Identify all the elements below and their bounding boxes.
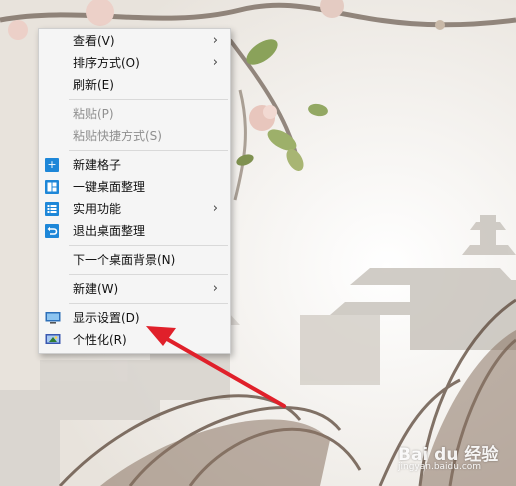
menu-item-paste: 粘贴(P) (39, 103, 230, 125)
menu-item-exit-organize[interactable]: 退出桌面整理 (39, 220, 230, 242)
menu-item-paste-shortcut-label: 粘贴快捷方式(S) (73, 129, 162, 143)
watermark-url: jingyan.baidu.com (398, 462, 482, 472)
menu-item-one-click-organize-label: 一键桌面整理 (73, 180, 146, 194)
undo-icon (45, 224, 59, 238)
menu-item-personalize[interactable]: 个性化(R) (39, 329, 230, 351)
menu-separator (69, 150, 228, 151)
menu-item-personalize-label: 个性化(R) (73, 333, 127, 347)
chevron-right-icon: › (212, 201, 218, 216)
list-icon (45, 202, 59, 216)
menu-separator (69, 303, 228, 304)
monitor-icon (45, 311, 61, 325)
chevron-right-icon: › (212, 55, 218, 70)
menu-item-utilities-label: 实用功能 (73, 202, 122, 216)
menu-item-next-background-label: 下一个桌面背景(N) (73, 253, 176, 267)
menu-item-refresh[interactable]: 刷新(E) (39, 74, 230, 96)
menu-item-paste-label: 粘贴(P) (73, 107, 114, 121)
menu-item-sort-by-label: 排序方式(O) (73, 56, 140, 70)
menu-item-new-grid-label: 新建格子 (73, 158, 122, 172)
layout-icon (45, 180, 59, 194)
menu-item-exit-organize-label: 退出桌面整理 (73, 224, 146, 238)
menu-item-paste-shortcut: 粘贴快捷方式(S) (39, 125, 230, 147)
chevron-right-icon: › (212, 33, 218, 48)
menu-separator (69, 99, 228, 100)
menu-item-new-label: 新建(W) (73, 282, 119, 296)
menu-item-one-click-organize[interactable]: 一键桌面整理 (39, 176, 230, 198)
desktop-context-menu: 查看(V) › 排序方式(O) › 刷新(E) 粘贴(P) 粘贴快捷方式(S) … (38, 28, 231, 354)
menu-item-display-settings-label: 显示设置(D) (73, 311, 140, 325)
menu-item-refresh-label: 刷新(E) (73, 78, 114, 92)
menu-item-display-settings[interactable]: 显示设置(D) (39, 307, 230, 329)
baidu-watermark: Bai du 经验 jingyan.baidu.com (398, 438, 510, 482)
chevron-right-icon: › (212, 281, 218, 296)
menu-separator (69, 245, 228, 246)
menu-item-next-background[interactable]: 下一个桌面背景(N) (39, 249, 230, 271)
menu-item-new-grid[interactable]: + 新建格子 (39, 154, 230, 176)
plus-icon: + (45, 158, 59, 172)
menu-item-view[interactable]: 查看(V) › (39, 30, 230, 52)
menu-separator (69, 274, 228, 275)
menu-item-utilities[interactable]: 实用功能 › (39, 198, 230, 220)
menu-item-view-label: 查看(V) (73, 34, 115, 48)
menu-item-new[interactable]: 新建(W) › (39, 278, 230, 300)
menu-item-sort-by[interactable]: 排序方式(O) › (39, 52, 230, 74)
personalize-icon (45, 333, 61, 347)
